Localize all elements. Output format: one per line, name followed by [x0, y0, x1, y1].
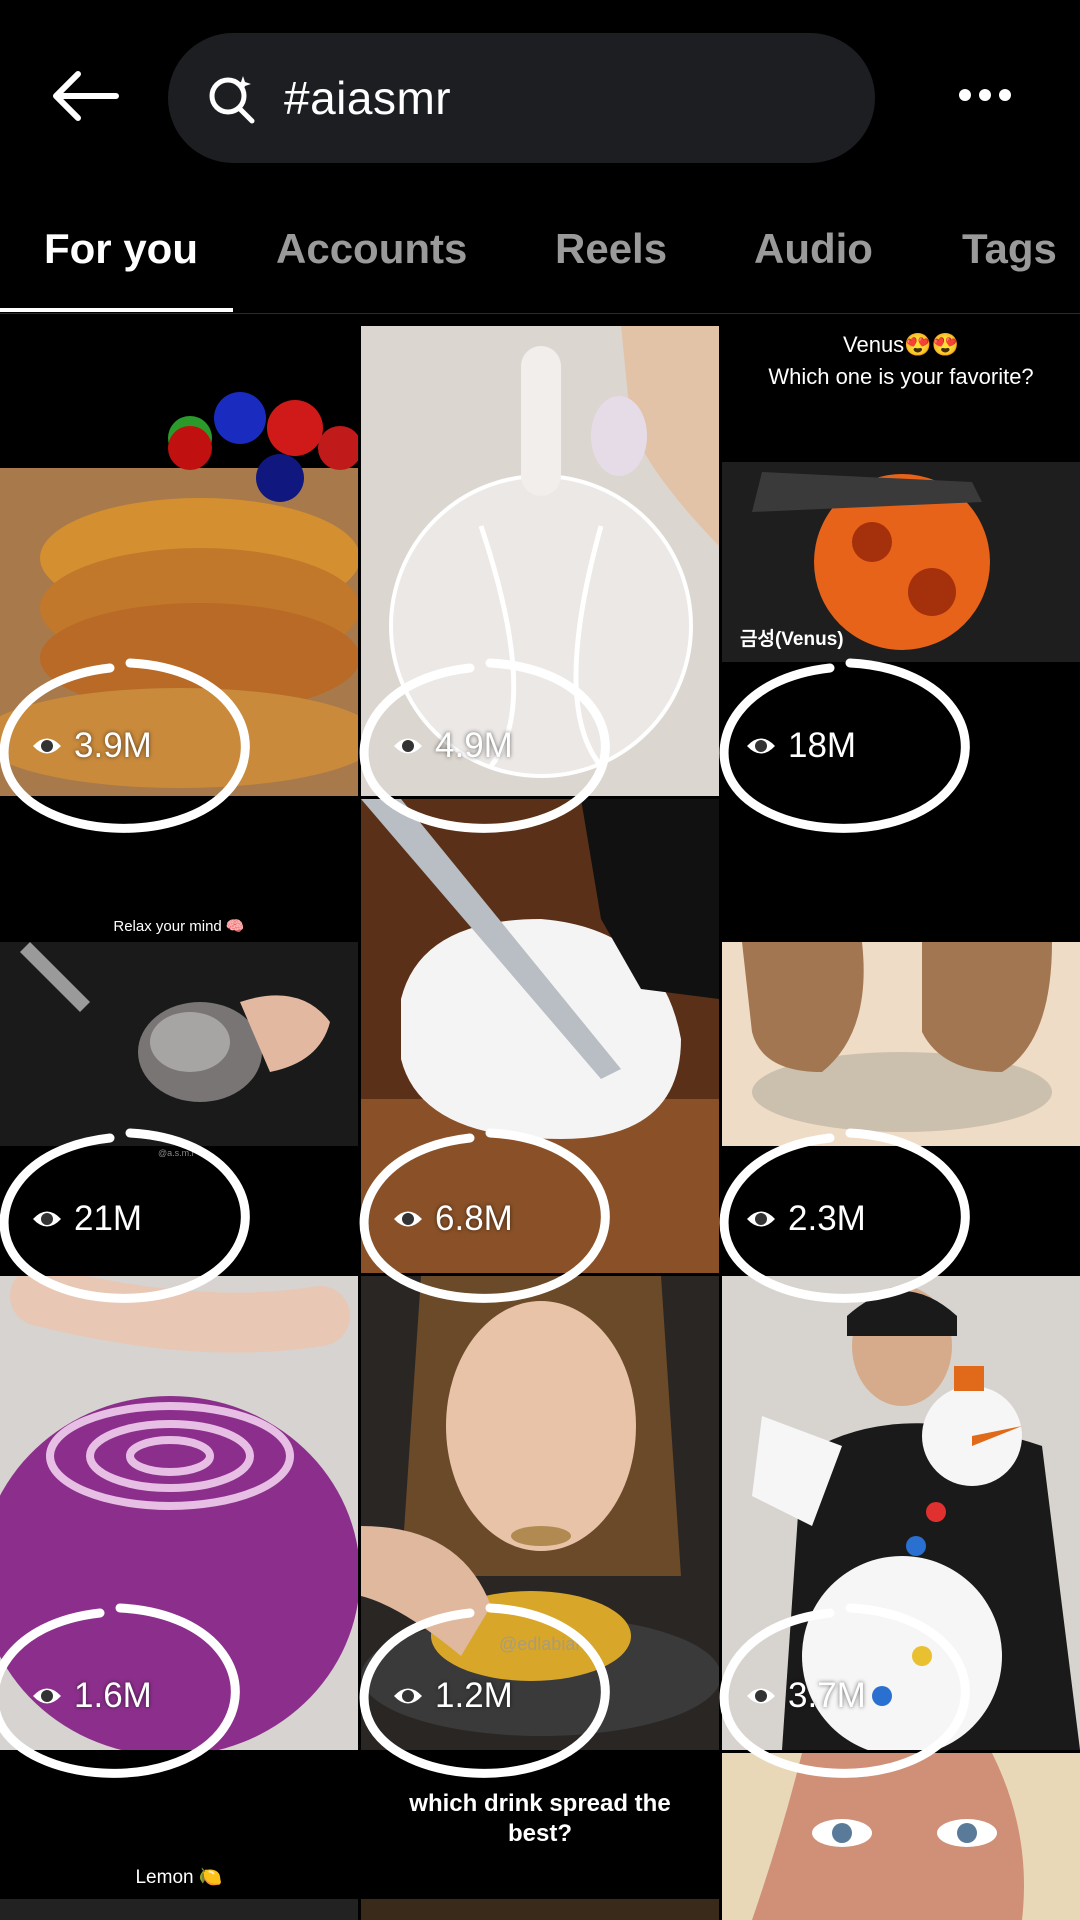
reel-tile[interactable]: 3.7M	[722, 1276, 1080, 1750]
view-count: 3.9M	[30, 726, 152, 766]
view-count: 4.9M	[391, 726, 513, 766]
eye-icon	[33, 738, 61, 754]
view-count-label: 3.7M	[788, 1676, 866, 1715]
reel-tile[interactable]: which drink spread the best?	[361, 1753, 719, 1920]
back-button[interactable]	[40, 60, 130, 132]
tab-for-you[interactable]: For you	[44, 225, 198, 273]
search-query: #aiasmr	[284, 72, 452, 124]
reel-tile[interactable]: Relax your mind 🧠 @a.s.m.r 21M	[0, 799, 358, 1273]
tile-watermark: @edlabian	[499, 1634, 586, 1654]
more-options-button[interactable]	[950, 70, 1020, 120]
more-icon	[959, 89, 1011, 101]
tab-bar: For you Accounts Reels Audio Tags	[0, 205, 1080, 314]
results-grid: 3.9M 4.9M Venus😍😍 Which one is your favo…	[0, 318, 1080, 1920]
reel-tile[interactable]: Lemon 🍋	[0, 1753, 358, 1920]
view-count-label: 21M	[74, 1199, 143, 1238]
eye-icon	[394, 1688, 422, 1704]
view-count-label: 2.3M	[788, 1199, 866, 1238]
view-count-label: 18M	[788, 726, 857, 765]
active-tab-indicator	[0, 308, 233, 312]
tile-caption: Venus😍😍	[843, 332, 959, 357]
tab-reels[interactable]: Reels	[555, 225, 667, 273]
search-sparkle-icon	[209, 76, 255, 124]
reel-tile[interactable]: 3.9M	[0, 318, 358, 796]
view-count: 6.8M	[391, 1199, 513, 1239]
tab-accounts[interactable]: Accounts	[276, 225, 467, 273]
view-count: 2.3M	[744, 1199, 866, 1239]
view-count: 18M	[744, 726, 856, 766]
tile-caption: Relax your mind 🧠	[113, 918, 245, 935]
tile-label: 금성(Venus)	[740, 629, 844, 650]
thumbnail-image	[0, 318, 358, 796]
eye-icon	[747, 1688, 775, 1704]
tile-caption: which drink spread the best?	[409, 1790, 671, 1847]
reel-tile[interactable]: 6.8M	[361, 799, 719, 1273]
reel-tile[interactable]: 4.9M	[361, 326, 719, 796]
view-count-label: 6.8M	[435, 1199, 513, 1238]
thumbnail-image	[361, 1899, 719, 1920]
tile-caption: Which one is your favorite?	[768, 364, 1034, 389]
tile-watermark: @a.s.m.r	[158, 1148, 195, 1158]
thumbnail-image	[0, 1899, 358, 1920]
eye-icon	[747, 738, 775, 754]
reel-tile[interactable]: 1.6M	[0, 1276, 358, 1750]
tab-audio[interactable]: Audio	[754, 225, 873, 273]
thumbnail-image	[722, 1753, 1080, 1920]
view-count-label: 3.9M	[74, 726, 152, 765]
view-count-label: 1.2M	[435, 1676, 513, 1715]
thumbnail-image	[722, 942, 1080, 1146]
reel-tile[interactable]: 2.3M	[722, 799, 1080, 1273]
view-count-label: 4.9M	[435, 726, 513, 765]
top-bar: #aiasmr	[0, 0, 1080, 190]
eye-icon	[394, 738, 422, 754]
view-count: 1.2M	[391, 1676, 513, 1716]
view-count: 21M	[30, 1199, 142, 1239]
tile-caption: Lemon 🍋	[135, 1867, 223, 1888]
reel-tile[interactable]: Venus😍😍 Which one is your favorite? 금성(V…	[722, 318, 1080, 796]
eye-icon	[33, 1211, 61, 1227]
back-arrow-icon	[53, 71, 119, 121]
eye-icon	[33, 1688, 61, 1704]
reel-tile[interactable]: @edlabian 1.2M	[361, 1276, 719, 1750]
eye-icon	[394, 1211, 422, 1227]
view-count: 1.6M	[30, 1676, 152, 1716]
eye-icon	[747, 1211, 775, 1227]
view-count: 3.7M	[744, 1676, 866, 1716]
view-count-label: 1.6M	[74, 1676, 152, 1715]
thumbnail-image	[0, 942, 358, 1146]
tab-tags[interactable]: Tags	[962, 225, 1057, 273]
reel-tile[interactable]	[722, 1753, 1080, 1920]
search-field[interactable]: #aiasmr	[168, 33, 875, 163]
